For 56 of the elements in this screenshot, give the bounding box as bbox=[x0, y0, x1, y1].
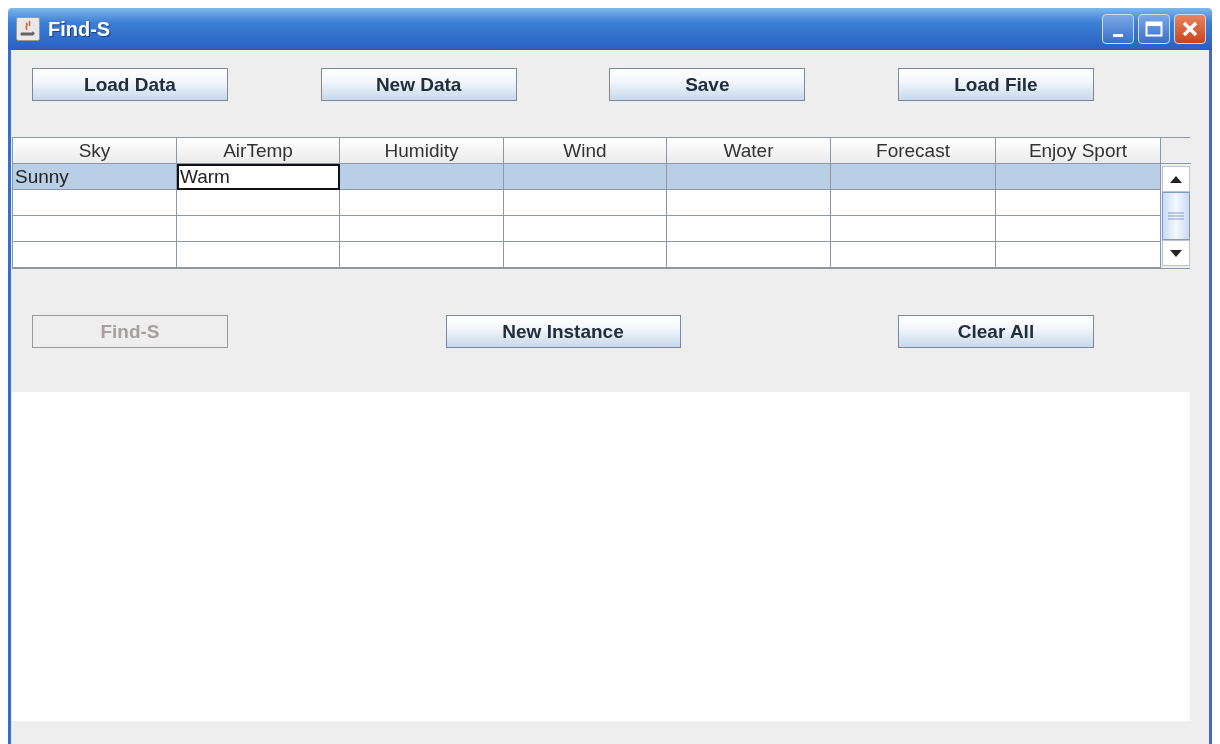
button[interactable]: Save bbox=[609, 68, 806, 101]
grip-icon bbox=[1168, 212, 1184, 220]
table-cell[interactable] bbox=[504, 242, 667, 268]
close-button[interactable] bbox=[1174, 14, 1206, 44]
close-icon bbox=[1181, 20, 1199, 38]
maximize-icon bbox=[1145, 21, 1163, 37]
table-cell[interactable] bbox=[340, 164, 504, 190]
table-cell[interactable] bbox=[504, 216, 667, 242]
button[interactable]: Load Data bbox=[32, 68, 228, 101]
table-cell[interactable] bbox=[667, 190, 831, 216]
scroll-thumb[interactable] bbox=[1162, 192, 1190, 240]
table-cell[interactable] bbox=[831, 190, 996, 216]
table-cell[interactable] bbox=[996, 216, 1161, 242]
minimize-button[interactable] bbox=[1102, 14, 1134, 44]
scroll-down-button[interactable] bbox=[1162, 240, 1190, 266]
maximize-button[interactable] bbox=[1138, 14, 1170, 44]
button[interactable]: Load File bbox=[897, 68, 1094, 101]
scrollbar[interactable] bbox=[1161, 164, 1191, 268]
table-cell[interactable] bbox=[177, 216, 340, 242]
button[interactable]: Clear All bbox=[898, 315, 1094, 348]
column-header[interactable]: Water bbox=[667, 138, 831, 164]
up-arrow-icon bbox=[1170, 175, 1182, 183]
down-arrow-icon bbox=[1170, 249, 1182, 257]
table-cell[interactable] bbox=[340, 190, 504, 216]
button[interactable]: New Data bbox=[320, 68, 517, 101]
table-cell[interactable] bbox=[504, 164, 667, 190]
table-cell[interactable] bbox=[831, 216, 996, 242]
table-cell[interactable] bbox=[13, 242, 177, 268]
table-cell[interactable] bbox=[340, 242, 504, 268]
table-cell[interactable] bbox=[177, 190, 340, 216]
table-cell[interactable] bbox=[667, 164, 831, 190]
column-header[interactable]: Enjoy Sport bbox=[996, 138, 1161, 164]
table-cell[interactable] bbox=[996, 190, 1161, 216]
scroll-up-button[interactable] bbox=[1162, 166, 1190, 192]
table-cell[interactable] bbox=[831, 242, 996, 268]
table-cell[interactable] bbox=[13, 190, 177, 216]
table-cell[interactable] bbox=[340, 216, 504, 242]
table-cell[interactable]: Sunny bbox=[13, 164, 177, 190]
table-cell[interactable] bbox=[996, 242, 1161, 268]
table-cell[interactable] bbox=[177, 242, 340, 268]
coffee-cup-icon bbox=[16, 17, 40, 41]
column-header[interactable]: Humidity bbox=[340, 138, 504, 164]
column-header[interactable]: Sky bbox=[13, 138, 177, 164]
minimize-icon bbox=[1113, 33, 1123, 37]
table-cell[interactable] bbox=[667, 216, 831, 242]
button[interactable]: New Instance bbox=[445, 315, 681, 348]
table-cell[interactable] bbox=[504, 190, 667, 216]
table-cell[interactable] bbox=[667, 242, 831, 268]
table-cell[interactable] bbox=[831, 164, 996, 190]
table-cell[interactable] bbox=[13, 216, 177, 242]
cell-editor[interactable]: Warm bbox=[177, 164, 340, 190]
window-title: Find-S bbox=[48, 17, 112, 41]
column-header[interactable]: Wind bbox=[504, 138, 667, 164]
column-header[interactable]: Forecast bbox=[831, 138, 996, 164]
table-cell[interactable] bbox=[996, 164, 1161, 190]
column-header[interactable]: AirTemp bbox=[177, 138, 340, 164]
